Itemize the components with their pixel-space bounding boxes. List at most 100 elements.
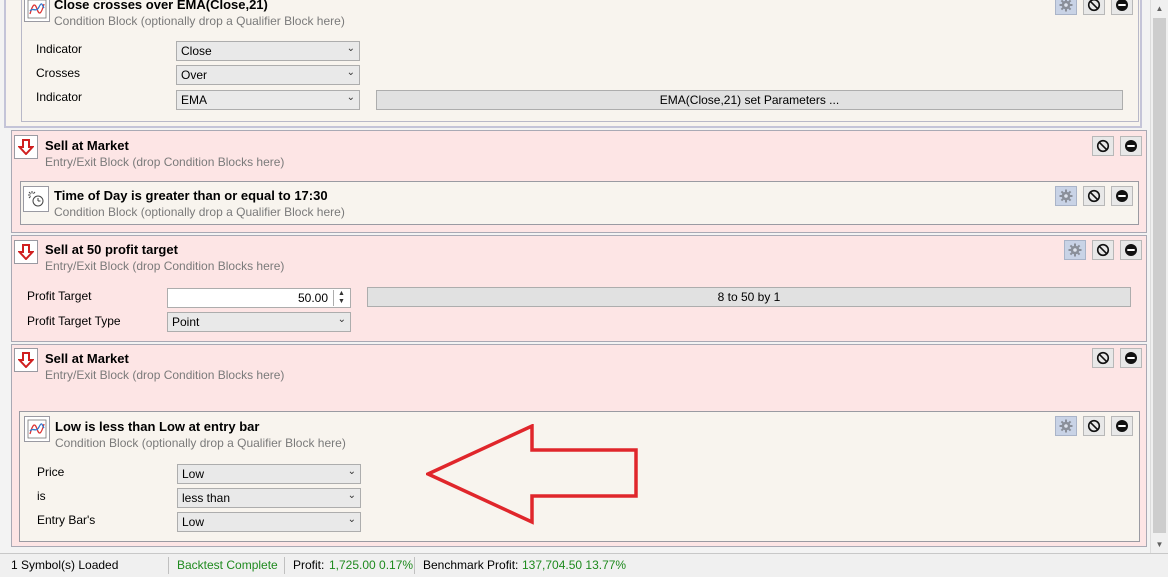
indicator-2-select[interactable]: EMA ⌄ — [176, 90, 360, 110]
disable-icon — [1087, 0, 1101, 12]
field-label-indicator-1: Indicator — [36, 42, 83, 56]
sell-arrow-icon — [14, 135, 38, 159]
indicator-1-select[interactable]: Close ⌄ — [176, 41, 360, 61]
profit-target-value: 50.00 — [297, 291, 328, 305]
profit-value: 1,725.00 0.17% — [329, 558, 414, 572]
set-parameters-button[interactable]: EMA(Close,21) set Parameters ... — [376, 90, 1123, 110]
select-value: Low — [182, 467, 205, 481]
benchmark-profit-label: Benchmark Profit: — [423, 558, 519, 572]
profit-label: Profit: — [293, 558, 325, 572]
select-value: Point — [172, 315, 200, 329]
spin-down-icon[interactable]: ▼ — [334, 298, 349, 306]
indicator-icon — [24, 416, 50, 442]
profit-target-type-label: Profit Target Type — [27, 314, 121, 328]
block-title: Sell at Market — [45, 138, 129, 153]
scroll-down-icon[interactable]: ▼ — [1151, 536, 1168, 553]
remove-icon — [1124, 139, 1138, 153]
status-separator — [414, 557, 415, 574]
block-title: Sell at Market — [45, 351, 129, 366]
sell-arrow-icon — [14, 240, 38, 264]
status-separator — [168, 557, 169, 574]
remove-icon — [1124, 351, 1138, 365]
price-select[interactable]: Low ⌄ — [177, 464, 361, 484]
gear-icon — [1059, 189, 1073, 203]
disable-block-button[interactable] — [1083, 186, 1105, 206]
strategy-canvas: Close crosses over EMA(Close,21) Conditi… — [0, 0, 1150, 553]
disable-block-button[interactable] — [1083, 0, 1105, 15]
comparison-select[interactable]: less than ⌄ — [177, 488, 361, 508]
disable-icon — [1087, 189, 1101, 203]
crosses-select[interactable]: Over ⌄ — [176, 65, 360, 85]
profit-target-label: Profit Target — [27, 289, 92, 303]
disable-icon — [1096, 139, 1110, 153]
gear-icon — [1059, 0, 1073, 12]
scroll-up-icon[interactable]: ▲ — [1151, 0, 1168, 17]
disable-block-button[interactable] — [1092, 240, 1114, 260]
block-title: Close crosses over EMA(Close,21) — [54, 0, 268, 12]
disable-block-button[interactable] — [1083, 416, 1105, 436]
optimize-range-button[interactable]: 8 to 50 by 1 — [367, 287, 1131, 307]
remove-block-button[interactable] — [1120, 348, 1142, 368]
disable-block-button[interactable] — [1092, 348, 1114, 368]
remove-icon — [1124, 243, 1138, 257]
annotation-arrow-icon — [426, 424, 638, 525]
entry-block-profit-target[interactable]: Sell at 50 profit target Entry/Exit Bloc… — [11, 235, 1147, 342]
disable-icon — [1087, 419, 1101, 433]
chevron-down-icon: ⌄ — [347, 514, 356, 525]
benchmark-profit-value: 137,704.50 13.77% — [522, 558, 627, 572]
field-label-indicator-2: Indicator — [36, 90, 83, 104]
entry-block-sell-market-1[interactable]: Sell at Market Entry/Exit Block (drop Co… — [11, 130, 1147, 233]
field-label-crosses: Crosses — [36, 66, 81, 80]
field-label-price: Price — [37, 465, 65, 479]
remove-icon — [1115, 0, 1129, 12]
backtest-status: Backtest Complete — [177, 558, 278, 572]
symbols-loaded-status: 1 Symbol(s) Loaded — [11, 558, 119, 572]
block-subtitle: Entry/Exit Block (drop Condition Blocks … — [45, 368, 285, 382]
settings-gear-button[interactable] — [1064, 240, 1086, 260]
field-label-entry-bar: Entry Bar's — [37, 513, 96, 527]
profit-target-type-select[interactable]: Point ⌄ — [167, 312, 351, 332]
clock-icon — [23, 186, 49, 212]
status-bar: 1 Symbol(s) Loaded Backtest Complete Pro… — [0, 553, 1168, 577]
spin-up-icon[interactable]: ▲ — [334, 290, 349, 298]
remove-block-button[interactable] — [1111, 0, 1133, 15]
block-title: Time of Day is greater than or equal to … — [54, 188, 328, 203]
entry-bar-select[interactable]: Low ⌄ — [177, 512, 361, 532]
block-title: Sell at 50 profit target — [45, 242, 178, 257]
settings-gear-button[interactable] — [1055, 416, 1077, 436]
block-subtitle: Condition Block (optionally drop a Quali… — [54, 14, 345, 28]
chevron-down-icon: ⌄ — [347, 466, 356, 477]
gear-icon — [1068, 243, 1082, 257]
block-subtitle: Condition Block (optionally drop a Quali… — [55, 436, 346, 450]
disable-block-button[interactable] — [1092, 136, 1114, 156]
chevron-down-icon: ⌄ — [346, 67, 355, 78]
chevron-down-icon: ⌄ — [346, 43, 355, 54]
condition-card-close-crosses[interactable]: Close crosses over EMA(Close,21) Conditi… — [21, 0, 1139, 122]
scrollbar-thumb[interactable] — [1153, 18, 1166, 533]
select-value: Low — [182, 515, 205, 529]
block-subtitle: Entry/Exit Block (drop Condition Blocks … — [45, 155, 285, 169]
remove-block-button[interactable] — [1111, 416, 1133, 436]
disable-icon — [1096, 351, 1110, 365]
remove-block-button[interactable] — [1111, 186, 1133, 206]
select-value: Close — [181, 44, 212, 58]
remove-icon — [1115, 419, 1129, 433]
field-label-is: is — [37, 489, 46, 503]
block-title: Low is less than Low at entry bar — [55, 419, 260, 434]
remove-block-button[interactable] — [1120, 240, 1142, 260]
select-value: EMA — [181, 93, 208, 107]
remove-block-button[interactable] — [1120, 136, 1142, 156]
chevron-down-icon: ⌄ — [347, 490, 356, 501]
profit-target-spinner[interactable]: ▲ ▼ — [333, 290, 349, 306]
block-subtitle: Condition Block (optionally drop a Quali… — [54, 205, 345, 219]
indicator-icon — [24, 0, 50, 22]
remove-icon — [1115, 189, 1129, 203]
condition-block-time-of-day[interactable]: Time of Day is greater than or equal to … — [20, 181, 1139, 225]
disable-icon — [1096, 243, 1110, 257]
status-separator — [284, 557, 285, 574]
settings-gear-button[interactable] — [1055, 186, 1077, 206]
profit-target-input[interactable]: 50.00 ▲ ▼ — [167, 288, 351, 308]
sell-arrow-icon — [14, 348, 38, 372]
settings-gear-button[interactable] — [1055, 0, 1077, 15]
vertical-scrollbar[interactable]: ▲ ▼ — [1150, 0, 1168, 553]
